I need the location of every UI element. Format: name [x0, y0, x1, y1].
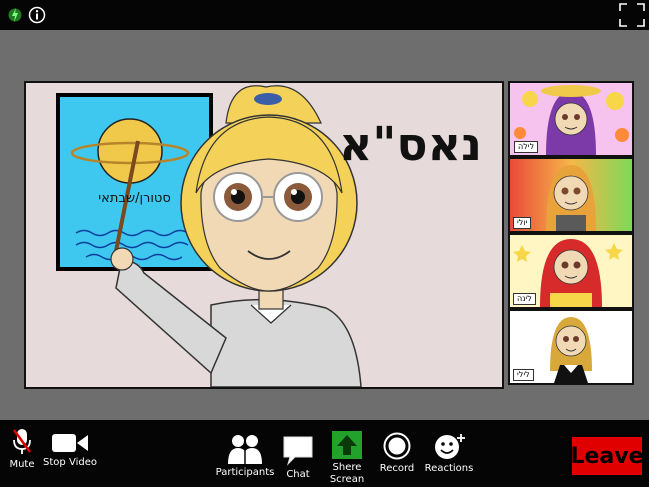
smiley-plus-icon	[431, 434, 467, 463]
record-button[interactable]: Record	[377, 432, 417, 475]
participant-name: יולי	[513, 217, 532, 229]
share-screen-label-1: Shere	[332, 462, 362, 473]
share-screen-label-2: Screan	[329, 474, 365, 485]
participant-name: לילי	[513, 369, 534, 381]
video-camera-icon	[51, 434, 89, 457]
mute-mic-icon	[11, 429, 33, 459]
share-arrow-icon	[332, 431, 362, 462]
slide-title: נאס"א	[338, 117, 482, 171]
chat-label: Chat	[286, 469, 310, 480]
record-label: Record	[379, 463, 415, 474]
participant-tile-4[interactable]: לילי	[508, 309, 634, 385]
participants-button[interactable]: Participants	[214, 434, 276, 479]
mute-button[interactable]: Mute	[6, 428, 38, 471]
stop-video-label: Stop Video	[43, 457, 97, 468]
share-screen-button[interactable]: Shere Screan	[329, 431, 365, 486]
participants-label: Participants	[215, 467, 275, 478]
participant-tile-3[interactable]: לינה	[508, 233, 634, 309]
chat-button[interactable]: Chat	[280, 434, 316, 481]
info-icon[interactable]	[28, 6, 46, 28]
participant-tile-1[interactable]: לילה	[508, 81, 634, 157]
participant-name: לינה	[513, 293, 536, 305]
fullscreen-icon[interactable]	[619, 3, 645, 31]
top-bar	[0, 0, 649, 30]
mute-label: Mute	[9, 459, 35, 470]
leave-button[interactable]: Leave	[570, 435, 644, 477]
reactions-label: Reactions	[424, 463, 474, 474]
active-speaker-video[interactable]: נאס"א סטורן/שבתאי	[24, 81, 504, 389]
participant-tile-2[interactable]: יולי	[508, 157, 634, 233]
poster-caption: סטורן/שבתאי	[98, 191, 171, 206]
participants-icon	[225, 435, 265, 467]
participant-name: לילה	[514, 141, 539, 153]
stop-video-button[interactable]: Stop Video	[40, 432, 100, 469]
chat-bubble-icon	[281, 436, 315, 469]
record-icon	[383, 432, 411, 463]
reactions-button[interactable]: Reactions	[422, 432, 476, 475]
lightning-icon[interactable]	[8, 6, 22, 28]
